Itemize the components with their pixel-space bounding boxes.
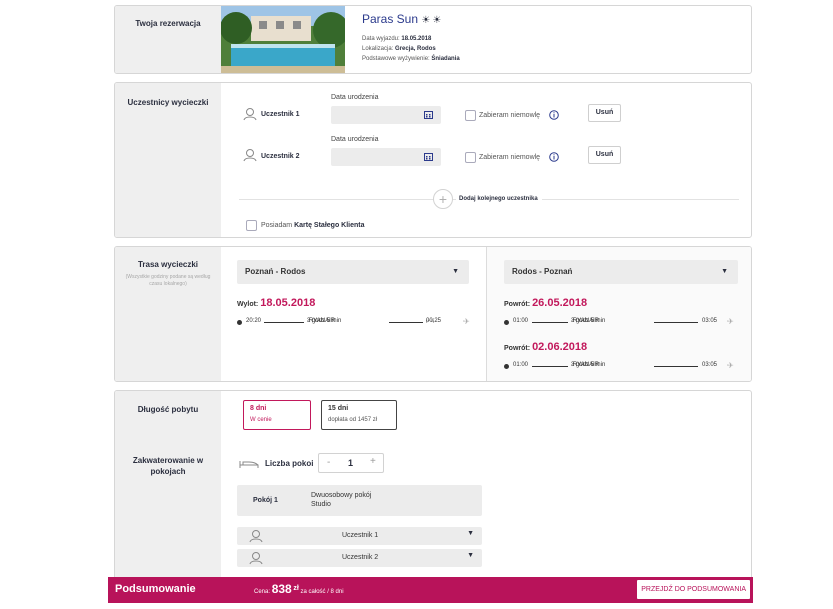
add-participant-label[interactable]: Dodaj kolejnego uczestnika (456, 196, 542, 202)
stay-label: Długość pobytu (137, 405, 199, 414)
calendar-icon[interactable] (424, 152, 433, 161)
infant-label-1: Zabieram niemowlę (479, 112, 541, 119)
infant-checkbox-2[interactable] (465, 152, 476, 163)
plane-icon: ✈ (463, 317, 470, 326)
room-participant-select-1[interactable]: Uczestnik 1 ▼ (237, 527, 482, 545)
dropdown-arrow-icon: ▼ (452, 268, 459, 275)
summary-bar: Podsumowanie Cena: 838 zł za całość / 8 … (108, 577, 753, 603)
room-type: Dwuosobowy pokój Studio (311, 492, 372, 508)
return-flight-line-1: 01:00 3 godz 5 min · RYANAIR 03:05 ✈ (504, 317, 738, 328)
dropdown-arrow-icon: ▼ (467, 530, 474, 537)
info-icon[interactable] (549, 110, 559, 120)
sun-icon: ☀ (432, 15, 442, 26)
person-icon (243, 148, 257, 162)
board-info: Podstawowe wyżywienie: Śniadania (362, 56, 460, 62)
hotel-name[interactable]: Paras Sun ☀ ☀ (362, 12, 441, 26)
outbound-date: Wylot: 18.05.2018 (237, 297, 316, 309)
return-flight-line-2: 01:00 3 godz 5 min · RYANAIR 03:05 ✈ (504, 361, 738, 372)
return-date-2[interactable]: Powrót: 02.06.2018 (504, 341, 587, 353)
route-card: Trasa wycieczki (Wszystkie godziny podan… (114, 246, 752, 382)
outbound-select[interactable]: Poznań - Rodos ▼ (237, 260, 469, 284)
loyalty-checkbox[interactable] (246, 220, 257, 231)
dob-label-2: Data urodzenia (331, 136, 379, 143)
participant-2-name: Uczestnik 2 (261, 153, 300, 160)
departure-info: Data wyjazdu: 18.05.2018 (362, 36, 432, 42)
participants-label-panel: Uczestnicy wycieczki (115, 83, 221, 237)
info-icon[interactable] (549, 152, 559, 162)
departure-dot-icon (504, 320, 509, 325)
dropdown-arrow-icon: ▼ (467, 552, 474, 559)
hotel-photo (221, 6, 345, 73)
reservation-label-panel: Twoja rezerwacja (115, 6, 221, 73)
bed-icon (239, 457, 259, 469)
dob-input-1[interactable] (331, 106, 441, 124)
remove-participant-1-button[interactable]: Usuń (588, 104, 621, 122)
rooms-stepper[interactable]: - 1 + (318, 453, 384, 473)
stay-card: Długość pobytu Zakwaterowanie w pokojach… (114, 390, 752, 590)
participants-label: Uczestnicy wycieczki (127, 98, 209, 107)
route-label: Trasa wycieczki (137, 260, 199, 269)
add-participant-button[interactable]: + (433, 189, 453, 209)
decrement-button[interactable]: - (327, 457, 330, 468)
go-to-summary-button[interactable]: PRZEJDŹ DO PODSUMOWANIA (637, 580, 750, 599)
departure-dot-icon (237, 320, 242, 325)
dob-input-2[interactable] (331, 148, 441, 166)
summary-price: Cena: 838 zł za całość / 8 dni (254, 582, 344, 596)
route-note: (Wszystkie godziny podane są według czas… (125, 274, 211, 287)
rooms-label: Zakwaterowanie w pokojach (132, 456, 204, 476)
stay-label-panel: Długość pobytu Zakwaterowanie w pokojach (115, 391, 221, 589)
person-icon (249, 551, 263, 565)
rooms-count-value: 1 (348, 458, 354, 468)
infant-label-2: Zabieram niemowlę (479, 154, 541, 161)
dropdown-arrow-icon: ▼ (721, 268, 728, 275)
departure-dot-icon (504, 364, 509, 369)
person-icon (249, 529, 263, 543)
participant-1-name: Uczestnik 1 (261, 111, 300, 118)
remove-participant-2-button[interactable]: Usuń (588, 146, 621, 164)
reservation-label: Twoja rezerwacja (135, 19, 201, 28)
return-select[interactable]: Rodos - Poznań ▼ (504, 260, 738, 284)
outbound-flight-line: 20:20 3 godz 5 min · RYANAIR 00:25 (+ 1)… (237, 317, 470, 328)
dob-label-1: Data urodzenia (331, 94, 379, 101)
loyalty-label: Posiadam Kartę Stałego Klienta (261, 222, 365, 229)
summary-title: Podsumowanie (115, 583, 196, 595)
return-date-1[interactable]: Powrót: 26.05.2018 (504, 297, 587, 309)
plus-icon: + (438, 191, 448, 207)
plane-icon: ✈ (727, 361, 734, 370)
infant-checkbox-1[interactable] (465, 110, 476, 121)
sun-icon: ☀ (421, 15, 431, 26)
plane-icon: ✈ (727, 317, 734, 326)
room-1-label: Pokój 1 (253, 497, 278, 504)
location-info: Lokalizacja: Grecja, Rodos (362, 46, 436, 52)
room-1-row: Pokój 1 Dwuosobowy pokój Studio (237, 485, 482, 516)
calendar-icon[interactable] (424, 110, 433, 119)
person-icon (243, 107, 257, 121)
stay-option-15-days[interactable]: 15 dni dopłata od 1457 zł (321, 400, 397, 430)
rooms-count-label: Liczba pokoi (265, 459, 314, 468)
participants-card: Uczestnicy wycieczki Uczestnik 1 Data ur… (114, 82, 752, 238)
room-participant-select-2[interactable]: Uczestnik 2 ▼ (237, 549, 482, 567)
route-label-panel: Trasa wycieczki (Wszystkie godziny podan… (115, 247, 221, 381)
reservation-card: Twoja rezerwacja Paras Sun ☀ ☀ Data wyjaz… (114, 5, 752, 74)
stay-option-8-days[interactable]: 8 dni W cenie (243, 400, 311, 430)
increment-button[interactable]: + (370, 456, 376, 467)
